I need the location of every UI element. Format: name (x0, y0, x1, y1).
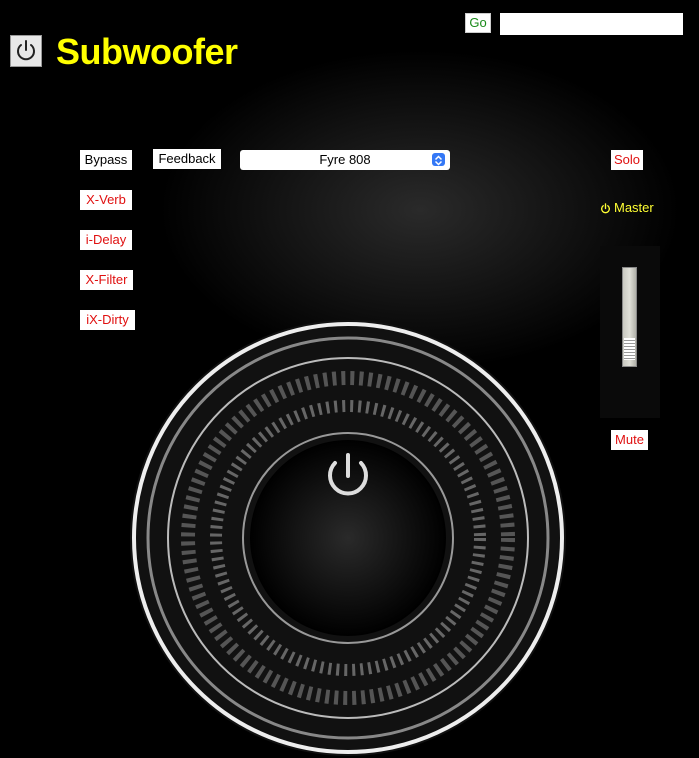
master-label: Master (614, 200, 654, 215)
power-button[interactable] (10, 35, 42, 67)
mute-button[interactable]: Mute (611, 430, 648, 450)
idelay-button[interactable]: i-Delay (80, 230, 132, 250)
feedback-button[interactable]: Feedback (153, 149, 221, 169)
ixdirty-button[interactable]: iX-Dirty (80, 310, 135, 330)
master-fader[interactable] (622, 267, 637, 367)
master-toggle[interactable]: Master (600, 200, 654, 215)
solo-button[interactable]: Solo (611, 150, 643, 170)
master-fader-thumb[interactable] (624, 338, 635, 360)
bypass-button[interactable]: Bypass (80, 150, 132, 170)
app-title: Subwoofer (56, 31, 238, 72)
master-power-icon (600, 203, 611, 214)
url-input[interactable] (500, 13, 683, 35)
power-icon (17, 40, 35, 61)
go-button[interactable]: Go (465, 13, 491, 33)
speaker-artwork (130, 320, 566, 756)
xfilter-button[interactable]: X-Filter (80, 270, 133, 290)
xverb-button[interactable]: X-Verb (80, 190, 132, 210)
updown-arrows-icon (432, 153, 445, 166)
preset-select-value: Fyre 808 (319, 152, 371, 167)
preset-select[interactable]: Fyre 808 (240, 150, 450, 170)
